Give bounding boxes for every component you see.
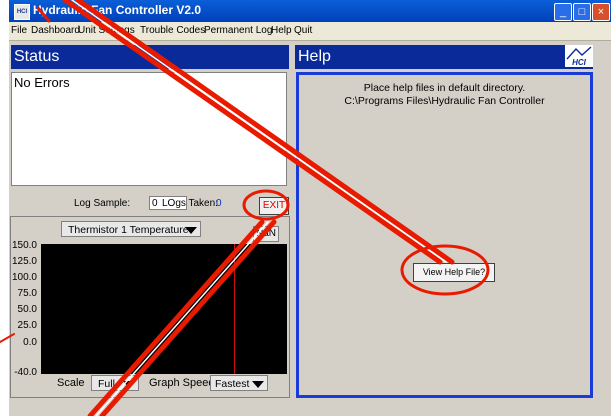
y-tick: 50.0	[17, 304, 37, 315]
scale-label: Scale	[57, 377, 85, 389]
menu-permanent-log[interactable]: Permanent Log	[204, 25, 272, 36]
log-sample-label: Log Sample:	[74, 198, 131, 209]
view-help-file-button[interactable]: View Help File?	[413, 263, 495, 282]
y-tick: 75.0	[17, 288, 37, 299]
sensor-select-label: Thermistor 1 Temperature	[68, 224, 189, 236]
help-text-line1: Place help files in default directory.	[363, 82, 526, 94]
graph-plot-area	[41, 244, 287, 374]
logo-text: HCI	[572, 58, 587, 67]
exit-button[interactable]: EXIT	[259, 197, 289, 215]
help-text-line2: C:\Programs Files\Hydraulic Fan Controll…	[344, 95, 545, 107]
help-title: Help	[298, 48, 331, 65]
status-message: No Errors	[14, 75, 70, 90]
hci-logo: HCI	[565, 45, 593, 67]
y-tick: 125.0	[11, 256, 37, 267]
graph-speed-select-label: Fastest	[215, 378, 250, 390]
status-header: Status	[11, 45, 289, 69]
scale-select[interactable]: Full	[91, 375, 139, 391]
chevron-down-icon	[252, 381, 264, 388]
close-button[interactable]: ×	[592, 3, 610, 21]
logs-taken-label: LOgs Taken:	[162, 198, 218, 209]
menu-trouble-codes[interactable]: Trouble Codes	[140, 25, 205, 36]
graph-cursor-line	[234, 244, 235, 374]
chevron-down-icon	[123, 381, 135, 388]
minimize-button[interactable]: _	[554, 3, 572, 21]
logs-taken-value: 0	[216, 198, 222, 209]
menu-bar: File Dashboard Unit Settings Trouble Cod…	[9, 22, 611, 41]
chevron-down-icon	[185, 227, 197, 234]
menu-quit[interactable]: Quit	[294, 25, 312, 36]
y-tick: 25.0	[17, 320, 37, 331]
y-tick: 0.0	[23, 337, 37, 348]
app-window: HCI Hydraulic Fan Controller V2.0 _ □ × …	[9, 0, 611, 416]
y-tick: 100.0	[11, 272, 37, 283]
window-title: Hydraulic Fan Controller V2.0	[33, 3, 202, 17]
menu-dashboard[interactable]: Dashboard	[31, 25, 80, 36]
maximize-button[interactable]: □	[573, 3, 591, 21]
scale-select-label: Full	[98, 378, 115, 390]
logo-mountain-icon: HCI	[566, 46, 592, 67]
sensor-select[interactable]: Thermistor 1 Temperature	[61, 221, 201, 237]
menu-file[interactable]: File	[11, 25, 27, 36]
title-bar: HCI Hydraulic Fan Controller V2.0 _ □ ×	[9, 0, 611, 22]
sensor-value-display: NaN	[253, 226, 279, 242]
help-content-frame	[296, 72, 593, 398]
graph-speed-label: Graph Speed	[149, 377, 215, 389]
status-box: No Errors	[11, 72, 287, 186]
menu-help[interactable]: Help	[271, 25, 292, 36]
help-header: Help	[295, 45, 593, 69]
y-tick: 150.0	[11, 240, 37, 251]
app-icon: HCI	[14, 4, 30, 20]
menu-unit-settings[interactable]: Unit Settings	[78, 25, 135, 36]
status-title: Status	[14, 48, 60, 65]
graph-speed-select[interactable]: Fastest	[210, 375, 268, 391]
y-tick: -40.0	[14, 367, 37, 378]
